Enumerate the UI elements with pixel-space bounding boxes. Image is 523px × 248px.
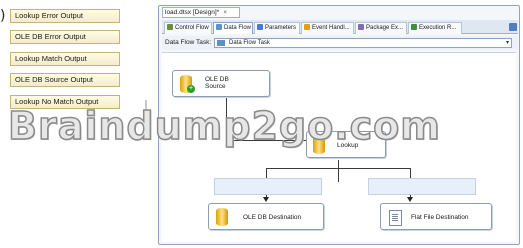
data-flow-task-select[interactable]: Data Flow Task ▾ bbox=[214, 38, 512, 48]
tab-control-flow[interactable]: Control Flow bbox=[164, 22, 212, 34]
destination-database-icon bbox=[216, 208, 228, 226]
path-label-no-match[interactable] bbox=[368, 178, 476, 195]
lookup-component[interactable]: Lookup bbox=[306, 131, 386, 158]
lookup-database-icon bbox=[313, 136, 325, 154]
package-explorer-icon bbox=[358, 24, 364, 30]
lookup-split-line bbox=[266, 168, 410, 169]
output-item-lookup-error[interactable]: Lookup Error Output bbox=[10, 9, 120, 23]
output-item-lookup-match[interactable]: Lookup Match Output bbox=[10, 52, 120, 66]
path-label-match[interactable] bbox=[214, 178, 322, 195]
tab-data-flow[interactable]: Data Flow bbox=[213, 22, 253, 34]
event-handlers-icon bbox=[304, 24, 310, 30]
flat-file-icon bbox=[389, 210, 402, 226]
add-icon: + bbox=[187, 85, 195, 93]
source-to-lookup-line-v bbox=[226, 95, 227, 140]
arrow-down-icon bbox=[407, 197, 413, 202]
ole-db-source-component[interactable]: + OLE DB Source bbox=[172, 70, 270, 97]
document-tab[interactable]: load.dtsx [Design]* × bbox=[162, 7, 240, 18]
output-item-oledb-source[interactable]: OLE DB Source Output bbox=[10, 73, 120, 87]
execution-results-icon bbox=[411, 24, 417, 30]
close-icon[interactable]: × bbox=[223, 9, 227, 16]
left-bracket: ) bbox=[0, 8, 6, 24]
parameters-icon bbox=[257, 24, 263, 30]
tab-event-handlers[interactable]: Event Handl... bbox=[301, 22, 354, 34]
chevron-down-icon[interactable]: ▾ bbox=[506, 39, 509, 47]
tab-execution-results[interactable]: Execution R... bbox=[408, 22, 462, 34]
document-tab-label: load.dtsx [Design]* bbox=[165, 9, 220, 16]
data-flow-task-label: Data Flow Task: bbox=[165, 39, 212, 46]
flat-file-destination-label: Flat File Destination bbox=[411, 214, 469, 221]
flat-file-destination-component[interactable]: Flat File Destination bbox=[380, 203, 492, 230]
lookup-label: Lookup bbox=[337, 142, 359, 149]
control-flow-icon bbox=[167, 24, 173, 30]
output-item-lookup-no-match[interactable]: Lookup No Match Output bbox=[10, 95, 120, 109]
lookup-down-line bbox=[338, 160, 339, 182]
ole-db-destination-component[interactable]: OLE DB Destination bbox=[208, 203, 324, 230]
tab-package-explorer[interactable]: Package Ex... bbox=[355, 22, 407, 34]
ole-db-destination-label: OLE DB Destination bbox=[243, 214, 302, 221]
tab-parameters[interactable]: Parameters bbox=[254, 22, 300, 34]
data-flow-task-value: Data Flow Task bbox=[229, 40, 270, 46]
scroll-divider bbox=[145, 100, 147, 140]
overflow-icon[interactable] bbox=[509, 23, 517, 31]
data-flow-icon bbox=[216, 24, 222, 30]
arrow-down-icon bbox=[263, 197, 269, 202]
output-item-oledb-error[interactable]: OLE DB Error Output bbox=[10, 30, 120, 44]
source-to-lookup-line-h bbox=[226, 140, 310, 141]
ole-db-source-label-2: Source bbox=[205, 83, 226, 90]
data-flow-task-icon bbox=[217, 40, 225, 46]
